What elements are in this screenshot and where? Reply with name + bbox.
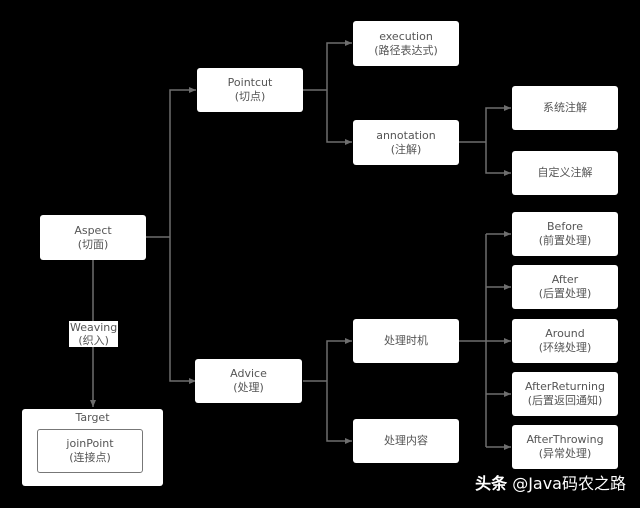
watermark-handle: @Java码农之路 <box>512 474 626 493</box>
node-join-point-subtitle: (连接点) <box>69 451 111 464</box>
node-pointcut-subtitle: (切点) <box>234 90 266 103</box>
edge-label-weaving: Weaving (织入) <box>69 321 119 347</box>
node-after-returning[interactable]: AfterReturning (后置返回通知) <box>512 372 618 416</box>
node-advice-title: Advice <box>230 367 267 380</box>
node-after-throwing[interactable]: AfterThrowing (异常处理) <box>512 425 618 469</box>
node-timing-title: 处理时机 <box>384 334 428 347</box>
node-annotation-subtitle: (注解) <box>390 142 422 156</box>
node-custom-annotation[interactable]: 自定义注解 <box>512 151 618 195</box>
node-join-point[interactable]: joinPoint (连接点) <box>37 429 143 473</box>
node-after-subtitle: (后置处理) <box>538 287 592 300</box>
node-join-point-title: joinPoint <box>66 437 114 450</box>
edge-pointcut-execution <box>326 40 352 90</box>
edge-label-weaving-subtitle: (织入) <box>78 334 109 347</box>
edge-label-weaving-title: Weaving <box>70 321 118 334</box>
node-after-title: After <box>551 273 579 286</box>
node-content[interactable]: 处理内容 <box>353 419 459 463</box>
node-after-throwing-title: AfterThrowing <box>526 433 604 446</box>
node-aspect-subtitle: (切面) <box>77 237 109 251</box>
watermark-prefix: 头条 <box>475 474 508 493</box>
node-annotation[interactable]: annotation (注解) <box>353 120 459 165</box>
node-execution-subtitle: (路径表达式) <box>374 43 438 57</box>
node-after-throwing-subtitle: (异常处理) <box>538 447 592 460</box>
node-target[interactable]: Target joinPoint (连接点) <box>22 409 163 486</box>
node-pointcut[interactable]: Pointcut (切点) <box>197 68 303 112</box>
node-aspect-title: Aspect <box>74 223 112 237</box>
node-custom-annotation-title: 自定义注解 <box>537 166 593 179</box>
node-around[interactable]: Around (环绕处理) <box>512 319 618 363</box>
node-advice-subtitle: (处理) <box>233 381 264 394</box>
edge-advice-timing <box>326 338 352 381</box>
node-around-title: Around <box>545 327 585 340</box>
node-execution[interactable]: execution (路径表达式) <box>353 21 459 66</box>
node-timing[interactable]: 处理时机 <box>353 319 459 363</box>
watermark: 头条 @Java码农之路 <box>475 470 626 494</box>
node-after[interactable]: After (后置处理) <box>512 265 618 309</box>
node-advice[interactable]: Advice (处理) <box>195 359 302 403</box>
node-after-returning-subtitle: (后置返回通知) <box>527 394 603 407</box>
edge-aspect-pointcut <box>169 87 196 237</box>
edge-annotation-custom <box>485 142 511 176</box>
node-annotation-title: annotation <box>376 128 436 142</box>
node-after-returning-title: AfterReturning <box>525 380 605 393</box>
node-before-title: Before <box>547 220 583 233</box>
node-before-subtitle: (前置处理) <box>538 234 592 247</box>
node-content-title: 处理内容 <box>384 434 428 447</box>
node-execution-title: execution <box>379 29 433 43</box>
edge-annotation-system <box>485 105 511 142</box>
edge-aspect-advice <box>169 237 196 384</box>
node-target-title: Target <box>75 411 110 424</box>
node-system-annotation[interactable]: 系统注解 <box>512 86 618 130</box>
node-before[interactable]: Before (前置处理) <box>512 212 618 256</box>
edge-pointcut-annotation <box>326 90 352 145</box>
node-around-subtitle: (环绕处理) <box>538 341 592 354</box>
edge-advice-content <box>326 381 352 444</box>
node-system-annotation-title: 系统注解 <box>543 101 587 114</box>
node-pointcut-title: Pointcut <box>227 76 273 89</box>
node-aspect[interactable]: Aspect (切面) <box>40 215 146 260</box>
